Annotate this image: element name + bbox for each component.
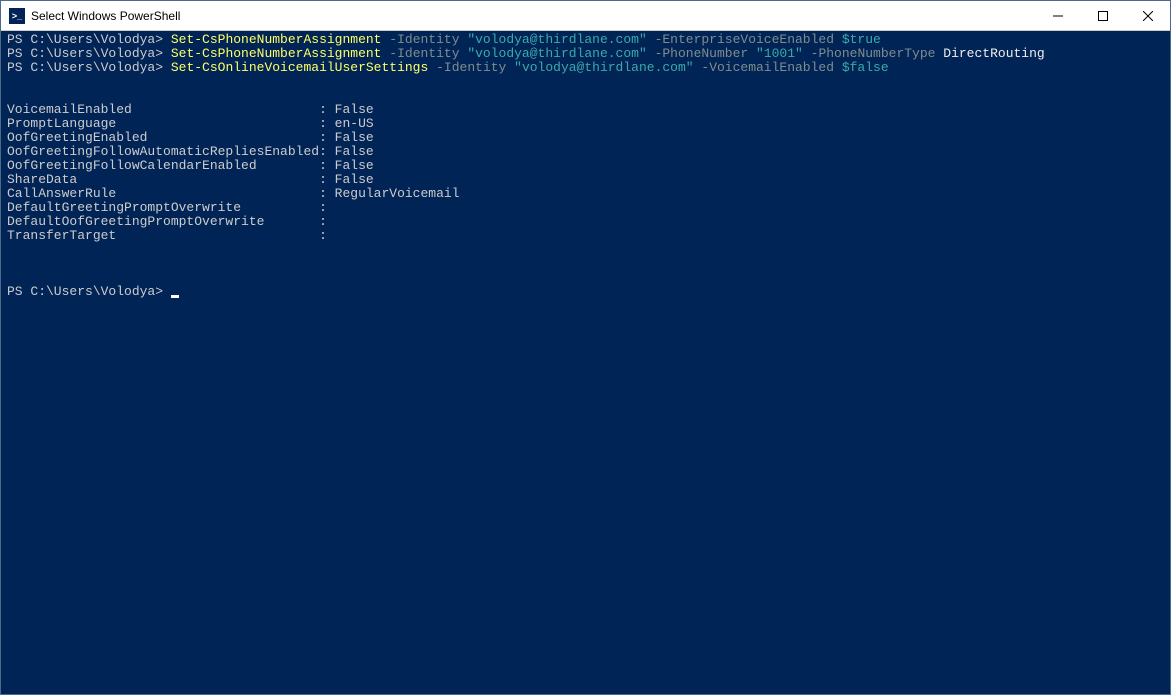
output-key: OofGreetingFollowAutomaticRepliesEnabled bbox=[7, 144, 319, 159]
param-value: DirectRouting bbox=[943, 46, 1044, 61]
prompt: PS C:\Users\Volodya> bbox=[7, 284, 163, 299]
param: -Identity bbox=[389, 32, 459, 47]
terminal-body[interactable]: PS C:\Users\Volodya> Set-CsPhoneNumberAs… bbox=[1, 31, 1170, 694]
output-key: DefaultOofGreetingPromptOverwrite bbox=[7, 214, 319, 229]
powershell-icon bbox=[9, 8, 25, 24]
param: -Identity bbox=[389, 46, 459, 61]
minimize-icon bbox=[1053, 11, 1063, 21]
maximize-button[interactable] bbox=[1080, 1, 1125, 30]
output-key: OofGreetingEnabled bbox=[7, 130, 319, 145]
param-value: "volodya@thirdlane.com" bbox=[514, 60, 693, 75]
output-key: VoicemailEnabled bbox=[7, 102, 319, 117]
output-line: PromptLanguage : en-US bbox=[7, 117, 1164, 131]
cmdlet: Set-CsPhoneNumberAssignment bbox=[171, 32, 382, 47]
cmdlet: Set-CsPhoneNumberAssignment bbox=[171, 46, 382, 61]
output-line: ShareData : False bbox=[7, 173, 1164, 187]
output-line: TransferTarget : bbox=[7, 229, 1164, 243]
close-icon bbox=[1143, 11, 1153, 21]
prompt: PS C:\Users\Volodya> bbox=[7, 46, 163, 61]
command-line: PS C:\Users\Volodya> Set-CsOnlineVoicema… bbox=[7, 61, 1164, 75]
param-value: $true bbox=[842, 32, 881, 47]
output-line: VoicemailEnabled : False bbox=[7, 103, 1164, 117]
output-key: ShareData bbox=[7, 172, 319, 187]
param: -VoicemailEnabled bbox=[701, 60, 834, 75]
window-title: Select Windows PowerShell bbox=[31, 9, 1035, 23]
output-value: False bbox=[335, 158, 374, 173]
output-value: RegularVoicemail bbox=[335, 186, 460, 201]
maximize-icon bbox=[1098, 11, 1108, 21]
output-value: False bbox=[335, 144, 374, 159]
command-line: PS C:\Users\Volodya> Set-CsPhoneNumberAs… bbox=[7, 33, 1164, 47]
output-line: OofGreetingFollowCalendarEnabled : False bbox=[7, 159, 1164, 173]
minimize-button[interactable] bbox=[1035, 1, 1080, 30]
command-line: PS C:\Users\Volodya> Set-CsPhoneNumberAs… bbox=[7, 47, 1164, 61]
output-line: OofGreetingFollowAutomaticRepliesEnabled… bbox=[7, 145, 1164, 159]
output-key: PromptLanguage bbox=[7, 116, 319, 131]
prompt: PS C:\Users\Volodya> bbox=[7, 60, 163, 75]
output-key: OofGreetingFollowCalendarEnabled bbox=[7, 158, 319, 173]
param: -Identity bbox=[436, 60, 506, 75]
output-key: CallAnswerRule bbox=[7, 186, 319, 201]
param: -EnterpriseVoiceEnabled bbox=[655, 32, 834, 47]
param: -PhoneNumber bbox=[655, 46, 749, 61]
titlebar[interactable]: Select Windows PowerShell bbox=[1, 1, 1170, 31]
output-key: DefaultGreetingPromptOverwrite bbox=[7, 200, 319, 215]
cmdlet: Set-CsOnlineVoicemailUserSettings bbox=[171, 60, 428, 75]
output-line: DefaultGreetingPromptOverwrite : bbox=[7, 201, 1164, 215]
cursor bbox=[171, 295, 179, 298]
output-value: en-US bbox=[335, 116, 374, 131]
output-value: False bbox=[335, 102, 374, 117]
output-key: TransferTarget bbox=[7, 228, 319, 243]
close-button[interactable] bbox=[1125, 1, 1170, 30]
output-value: False bbox=[335, 172, 374, 187]
param-value: "volodya@thirdlane.com" bbox=[467, 46, 646, 61]
param-value: "volodya@thirdlane.com" bbox=[467, 32, 646, 47]
prompt-line: PS C:\Users\Volodya> bbox=[7, 285, 1164, 299]
param: -PhoneNumberType bbox=[811, 46, 936, 61]
output-line: DefaultOofGreetingPromptOverwrite : bbox=[7, 215, 1164, 229]
prompt: PS C:\Users\Volodya> bbox=[7, 32, 163, 47]
output-line: CallAnswerRule : RegularVoicemail bbox=[7, 187, 1164, 201]
output-value: False bbox=[335, 130, 374, 145]
param-value: "1001" bbox=[756, 46, 803, 61]
output-line: OofGreetingEnabled : False bbox=[7, 131, 1164, 145]
window-controls bbox=[1035, 1, 1170, 30]
powershell-window: Select Windows PowerShell PS C:\Users\Vo… bbox=[0, 0, 1171, 695]
param-value: $false bbox=[842, 60, 889, 75]
